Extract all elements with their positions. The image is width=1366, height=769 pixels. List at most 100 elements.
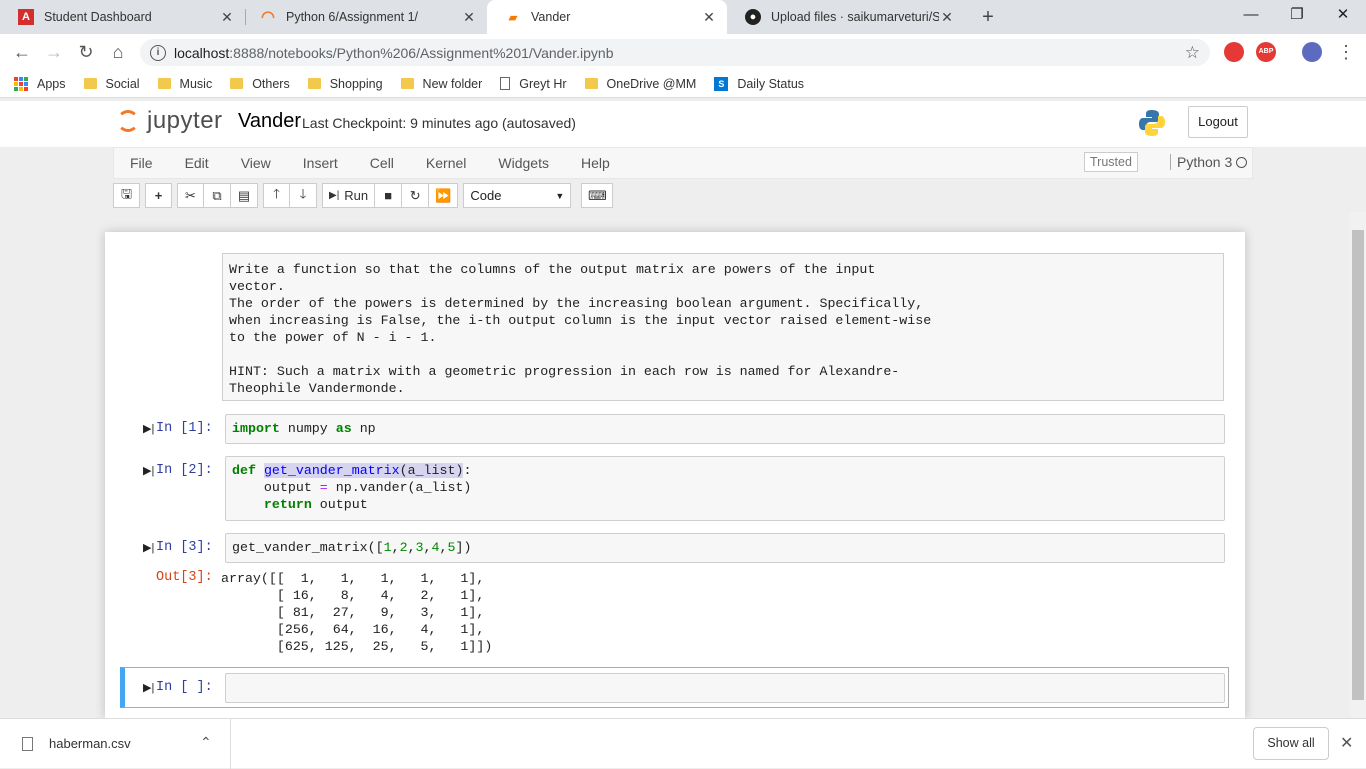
reload-icon[interactable]: ↻	[74, 40, 98, 64]
run-cell-icon[interactable]: ▶|	[143, 681, 154, 694]
insert-cell-button[interactable]: +	[145, 183, 172, 208]
stop-icon: ■	[384, 188, 393, 203]
bookmark-shopping[interactable]: Shopping	[307, 77, 383, 91]
menu-kebab-icon[interactable]: ⋮	[1334, 40, 1358, 64]
move-down-button[interactable]: 🡓	[290, 183, 317, 208]
scrollbar-thumb[interactable]	[1352, 230, 1364, 700]
close-window-button[interactable]: ✕	[1320, 0, 1366, 30]
menu-kernel[interactable]: Kernel	[410, 155, 482, 171]
maximize-button[interactable]: ❐	[1274, 0, 1320, 30]
move-up-button[interactable]: 🡑	[263, 183, 290, 208]
command-palette-button[interactable]: ⌨	[581, 183, 614, 208]
bookmark-music[interactable]: Music	[157, 77, 212, 91]
notebook-name[interactable]: Vander	[238, 110, 301, 133]
paste-button[interactable]: ▤	[231, 183, 258, 208]
jupyter-logo[interactable]: jupyter	[117, 107, 223, 135]
minimize-button[interactable]: —	[1228, 0, 1274, 30]
menu-view[interactable]: View	[225, 155, 287, 171]
copy-button[interactable]: ⧉	[204, 183, 231, 208]
folder-icon	[584, 78, 598, 89]
trusted-badge[interactable]: Trusted	[1084, 152, 1138, 172]
save-button[interactable]: 🖫	[113, 183, 140, 208]
interrupt-button[interactable]: ■	[375, 183, 403, 208]
code-input[interactable]: def get_vander_matrix(a_list): output = …	[225, 456, 1225, 521]
input-prompt: In [1]:	[156, 421, 213, 436]
avatar[interactable]	[1302, 42, 1322, 62]
bookmark-apps[interactable]: Apps	[14, 76, 66, 91]
tab-student-dashboard[interactable]: A Student Dashboard ✕	[0, 0, 245, 34]
star-icon[interactable]: ☆	[1185, 43, 1200, 63]
tab-title: Upload files · saikumarveturi/Ses	[771, 10, 939, 24]
a-icon: A	[18, 9, 34, 25]
copy-icon: ⧉	[212, 187, 222, 203]
opera-icon[interactable]	[1224, 42, 1244, 62]
markdown-cell[interactable]: Write a function so that the columns of …	[222, 253, 1224, 401]
cut-button[interactable]: ✂	[177, 183, 204, 208]
tab-assignment[interactable]: ◠ Python 6/Assignment 1/ ✕	[242, 0, 487, 34]
menu-insert[interactable]: Insert	[287, 155, 354, 171]
bookmark-social[interactable]: Social	[83, 77, 140, 91]
url-host: localhost	[174, 44, 230, 61]
keyboard-icon: ⌨	[587, 187, 607, 203]
step-forward-icon: ▶|	[329, 190, 340, 201]
code-input[interactable]: get_vander_matrix([1,2,3,4,5])	[225, 533, 1225, 563]
run-cell-icon[interactable]: ▶|	[143, 422, 154, 435]
menu-help[interactable]: Help	[565, 155, 626, 171]
bookmark-greyt-hr[interactable]: Greyt Hr	[500, 77, 567, 91]
page-icon	[500, 77, 511, 90]
info-icon[interactable]: i	[150, 44, 166, 61]
show-all-button[interactable]: Show all	[1253, 727, 1329, 760]
menu-file[interactable]: File	[114, 155, 169, 171]
code-cell-3[interactable]: ▶| In [3]: get_vander_matrix([1,2,3,4,5]…	[115, 533, 1225, 658]
fast-forward-icon: ⏩	[435, 187, 452, 203]
bookmark-label: OneDrive @MM	[606, 76, 697, 91]
close-icon[interactable]: ✕	[701, 9, 717, 26]
code-input[interactable]: import numpy as np	[225, 414, 1225, 444]
close-icon[interactable]: ✕	[219, 9, 235, 26]
tab-github[interactable]: ● Upload files · saikumarveturi/Ses ✕	[727, 0, 965, 34]
output-prompt: Out[3]:	[156, 570, 213, 585]
new-tab-button[interactable]: +	[976, 4, 1000, 30]
chevron-up-icon[interactable]: ⌃	[200, 734, 212, 751]
run-cell-icon[interactable]: ▶|	[143, 541, 154, 554]
code-cell-1[interactable]: ▶| In [1]: import numpy as np	[115, 414, 1225, 444]
notebook-icon: ▰	[508, 11, 518, 24]
cell-type-value: Code	[470, 188, 502, 203]
folder-icon	[157, 78, 171, 89]
logout-button[interactable]: Logout	[1188, 106, 1248, 138]
bookmark-others[interactable]: Others	[230, 77, 290, 91]
bookmark-new-folder[interactable]: New folder	[400, 77, 482, 91]
tab-title: Python 6/Assignment 1/	[286, 10, 419, 24]
menu-widgets[interactable]: Widgets	[482, 155, 565, 171]
tab-vander[interactable]: ▰ Vander ✕	[487, 0, 727, 34]
restart-icon: ↻	[409, 187, 421, 203]
menu-edit[interactable]: Edit	[169, 155, 225, 171]
adblock-icon[interactable]: ABP	[1256, 42, 1276, 62]
code-cell-4[interactable]: ▶| In [ ]:	[115, 673, 1225, 703]
close-icon[interactable]: ✕	[939, 9, 955, 26]
home-icon[interactable]: ⌂	[106, 40, 130, 64]
paste-icon: ▤	[237, 187, 251, 203]
tab-strip: A Student Dashboard ✕ ◠ Python 6/Assignm…	[0, 0, 1366, 34]
menu-cell[interactable]: Cell	[354, 155, 410, 171]
code-cell-2[interactable]: ▶| In [2]: def get_vander_matrix(a_list)…	[115, 456, 1225, 521]
bookmark-onedrive[interactable]: OneDrive @MM	[584, 76, 697, 91]
run-button[interactable]: ▶| Run	[322, 183, 376, 208]
jupyter-icon: ◠	[261, 9, 275, 26]
restart-run-all-button[interactable]: ⏩	[429, 183, 459, 208]
restart-button[interactable]: ↻	[402, 183, 430, 208]
address-bar: ← → ↻ ⌂ i localhost:8888/notebooks/Pytho…	[0, 34, 1366, 70]
close-icon[interactable]: ✕	[461, 9, 477, 26]
back-icon[interactable]: ←	[10, 40, 34, 64]
cell-type-select[interactable]: Code ▼	[463, 183, 572, 208]
code-input[interactable]	[225, 673, 1225, 703]
github-icon: ●	[745, 9, 761, 25]
folder-icon	[400, 78, 414, 89]
run-cell-icon[interactable]: ▶|	[143, 464, 154, 477]
forward-icon[interactable]: →	[42, 40, 66, 64]
url-input[interactable]: i localhost:8888/notebooks/Python%206/As…	[140, 39, 1210, 66]
bookmark-label: Others	[252, 76, 290, 91]
bookmark-daily-status[interactable]: S Daily Status	[714, 76, 804, 91]
download-item[interactable]: haberman.csv	[22, 736, 131, 751]
close-icon[interactable]: ✕	[1340, 733, 1353, 753]
